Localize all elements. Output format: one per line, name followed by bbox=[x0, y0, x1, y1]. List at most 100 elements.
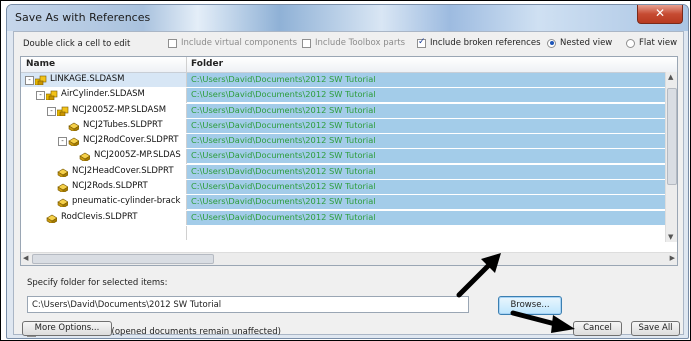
part-icon bbox=[68, 122, 79, 131]
part-icon bbox=[68, 137, 79, 147]
file-name: NCJ2Tubes.SLDPRT bbox=[83, 119, 163, 130]
name-cell[interactable]: pneumatic-cylinder-brack bbox=[21, 195, 186, 209]
name-cell[interactable]: - NCJ2RodCover.SLDPRT bbox=[21, 134, 186, 148]
scroll-down-icon[interactable]: ▼ bbox=[668, 233, 673, 241]
table-row[interactable]: NCJ2Rods.SLDPRT C:\Users\David\Documents\… bbox=[21, 180, 677, 196]
include-broken-option[interactable]: Include broken references bbox=[417, 37, 541, 48]
name-cell[interactable]: NCJ2Tubes.SLDPRT bbox=[21, 119, 186, 133]
folder-path: C:\Users\David\Documents\2012 SW Tutoria… bbox=[191, 104, 376, 115]
tree-expander-icon[interactable]: - bbox=[36, 91, 45, 101]
nested-view-radio[interactable] bbox=[547, 38, 556, 48]
folder-cell[interactable]: C:\Users\David\Documents\2012 SW Tutoria… bbox=[187, 210, 670, 225]
horizontal-scroll-thumb[interactable] bbox=[32, 254, 214, 264]
flat-view-radio[interactable] bbox=[626, 38, 635, 48]
annotation-arrow-icon bbox=[456, 253, 501, 298]
file-name: NCJ2005Z-MP.SLDASM bbox=[72, 104, 167, 115]
folder-cell[interactable]: C:\Users\David\Documents\2012 SW Tutoria… bbox=[187, 164, 670, 179]
file-name: NCJ2HeadCover.SLDPRT bbox=[72, 165, 174, 176]
name-cell[interactable]: NCJ2Rods.SLDPRT bbox=[21, 180, 186, 194]
part-icon bbox=[57, 199, 68, 208]
name-cell[interactable]: - NCJ2005Z-MP.SLDASM bbox=[21, 104, 186, 118]
annotation-arrow-icon bbox=[510, 310, 575, 333]
folder-path: C:\Users\David\Documents\2012 SW Tutoria… bbox=[191, 119, 376, 130]
title-bar[interactable]: Save As with References ✕ bbox=[7, 5, 688, 31]
folder-cell[interactable]: C:\Users\David\Documents\2012 SW Tutoria… bbox=[187, 134, 670, 149]
folder-path: C:\Users\David\Documents\2012 SW Tutoria… bbox=[191, 196, 376, 207]
folder-cell[interactable]: C:\Users\David\Documents\2012 SW Tutoria… bbox=[187, 149, 670, 164]
folder-cell[interactable]: C:\Users\David\Documents\2012 SW Tutoria… bbox=[187, 103, 670, 118]
part-icon bbox=[46, 214, 57, 223]
table-body: - LINKAGE.SLDASM C:\Users\David\Documents\… bbox=[21, 73, 677, 226]
folder-path: C:\Users\David\Documents\2012 SW Tutoria… bbox=[191, 150, 376, 161]
folder-path-input[interactable] bbox=[27, 296, 469, 313]
file-name: pneumatic-cylinder-brack bbox=[72, 196, 181, 207]
include-toolbox-label: Include Toolbox parts bbox=[315, 38, 406, 48]
name-cell[interactable]: NCJ2005Z-MP.SLDAS bbox=[21, 149, 186, 163]
include-toolbox-option[interactable]: Include Toolbox parts bbox=[302, 38, 405, 48]
more-options-button[interactable]: More Options... bbox=[22, 321, 112, 336]
part-icon bbox=[57, 183, 68, 193]
part-icon bbox=[79, 153, 90, 162]
horizontal-scrollbar[interactable]: ◀ ▶ bbox=[21, 252, 677, 265]
file-name: NCJ2005Z-MP.SLDAS bbox=[94, 150, 181, 161]
screenshot-frame: Save As with References ✕ Double click a… bbox=[0, 0, 691, 341]
folder-path: C:\Users\David\Documents\2012 SW Tutoria… bbox=[191, 211, 376, 222]
specify-folder-label: Specify folder for selected items: bbox=[27, 278, 168, 288]
table-row[interactable]: - NCJ2005Z-MP.SLDASM C:\Users\David\Docume… bbox=[21, 103, 677, 119]
tree-expander-icon[interactable]: - bbox=[58, 137, 67, 147]
table-row[interactable]: - NCJ2RodCover.SLDPRT C:\Users\David\Docum… bbox=[21, 134, 677, 150]
folder-cell[interactable]: C:\Users\David\Documents\2012 SW Tutoria… bbox=[187, 73, 670, 87]
name-cell[interactable]: NCJ2HeadCover.SLDPRT bbox=[21, 165, 186, 179]
assembly-icon bbox=[35, 75, 47, 85]
vertical-scrollbar[interactable]: ▲ ▼ bbox=[665, 72, 677, 242]
vertical-scroll-thumb[interactable] bbox=[667, 88, 677, 185]
scroll-left-icon[interactable]: ◀ bbox=[23, 254, 28, 262]
scroll-right-icon[interactable]: ▶ bbox=[670, 254, 675, 262]
tree-expander-icon[interactable]: - bbox=[47, 106, 56, 116]
include-virtual-option[interactable]: Include virtual components bbox=[168, 38, 297, 48]
table-row[interactable]: pneumatic-cylinder-brack C:\Users\David\D… bbox=[21, 195, 677, 211]
file-name: AirCylinder.SLDASM bbox=[61, 89, 145, 100]
scroll-up-icon[interactable]: ▲ bbox=[668, 73, 673, 81]
folder-cell[interactable]: C:\Users\David\Documents\2012 SW Tutoria… bbox=[187, 88, 670, 103]
folder-cell[interactable]: C:\Users\David\Documents\2012 SW Tutoria… bbox=[187, 195, 670, 210]
include-virtual-label: Include virtual components bbox=[181, 38, 298, 48]
flat-view-label: Flat view bbox=[639, 38, 678, 48]
table-row[interactable]: NCJ2005Z-MP.SLDAS C:\Users\David\Document… bbox=[21, 149, 677, 165]
include-virtual-checkbox[interactable] bbox=[168, 38, 177, 48]
cancel-button[interactable]: Cancel bbox=[573, 321, 622, 336]
table-row[interactable]: - AirCylinder.SLDASM C:\Users\David\Docume… bbox=[21, 88, 677, 104]
table-header: Name Folder bbox=[21, 57, 677, 73]
nested-view-label: Nested view bbox=[560, 38, 613, 48]
include-broken-label: Include broken references bbox=[430, 38, 541, 48]
flat-view-option[interactable]: Flat view bbox=[626, 38, 677, 48]
folder-path: C:\Users\David\Documents\2012 SW Tutoria… bbox=[191, 181, 376, 192]
file-name: LINKAGE.SLDASM bbox=[50, 74, 125, 84]
include-broken-checkbox[interactable] bbox=[417, 37, 426, 48]
include-toolbox-checkbox[interactable] bbox=[302, 38, 311, 48]
table-row[interactable]: - LINKAGE.SLDASM C:\Users\David\Documents\… bbox=[21, 73, 677, 89]
table-row[interactable]: NCJ2HeadCover.SLDPRT C:\Users\David\Docum… bbox=[21, 164, 677, 181]
name-cell[interactable]: - LINKAGE.SLDASM bbox=[21, 73, 186, 87]
column-header-folder[interactable]: Folder bbox=[191, 59, 223, 69]
nested-view-option[interactable]: Nested view bbox=[547, 38, 612, 48]
name-cell[interactable]: RodClevis.SLDPRT bbox=[21, 211, 186, 225]
references-table[interactable]: Name Folder - LINKAGE.SLDASM C:\Users\Davi… bbox=[20, 56, 678, 266]
tree-expander-icon[interactable]: - bbox=[25, 76, 34, 85]
name-cell[interactable]: - AirCylinder.SLDASM bbox=[21, 88, 186, 102]
column-header-name[interactable]: Name bbox=[26, 59, 55, 69]
dialog-window: Save As with References ✕ Double click a… bbox=[6, 4, 689, 339]
part-icon bbox=[57, 168, 68, 177]
save-all-button[interactable]: Save All bbox=[631, 321, 680, 336]
assembly-icon bbox=[57, 106, 69, 116]
folder-cell[interactable]: C:\Users\David\Documents\2012 SW Tutoria… bbox=[187, 118, 670, 133]
close-button[interactable]: ✕ bbox=[637, 5, 683, 24]
table-row[interactable]: RodClevis.SLDPRT C:\Users\David\Documents… bbox=[21, 210, 677, 226]
folder-path: C:\Users\David\Documents\2012 SW Tutoria… bbox=[191, 74, 376, 84]
folder-cell[interactable]: C:\Users\David\Documents\2012 SW Tutoria… bbox=[187, 180, 670, 195]
file-name: NCJ2RodCover.SLDPRT bbox=[83, 135, 179, 146]
table-row[interactable]: NCJ2Tubes.SLDPRT C:\Users\David\Documents… bbox=[21, 118, 677, 135]
folder-path: C:\Users\David\Documents\2012 SW Tutoria… bbox=[191, 89, 376, 100]
file-name: RodClevis.SLDPRT bbox=[61, 211, 138, 222]
folder-path: C:\Users\David\Documents\2012 SW Tutoria… bbox=[191, 135, 376, 146]
